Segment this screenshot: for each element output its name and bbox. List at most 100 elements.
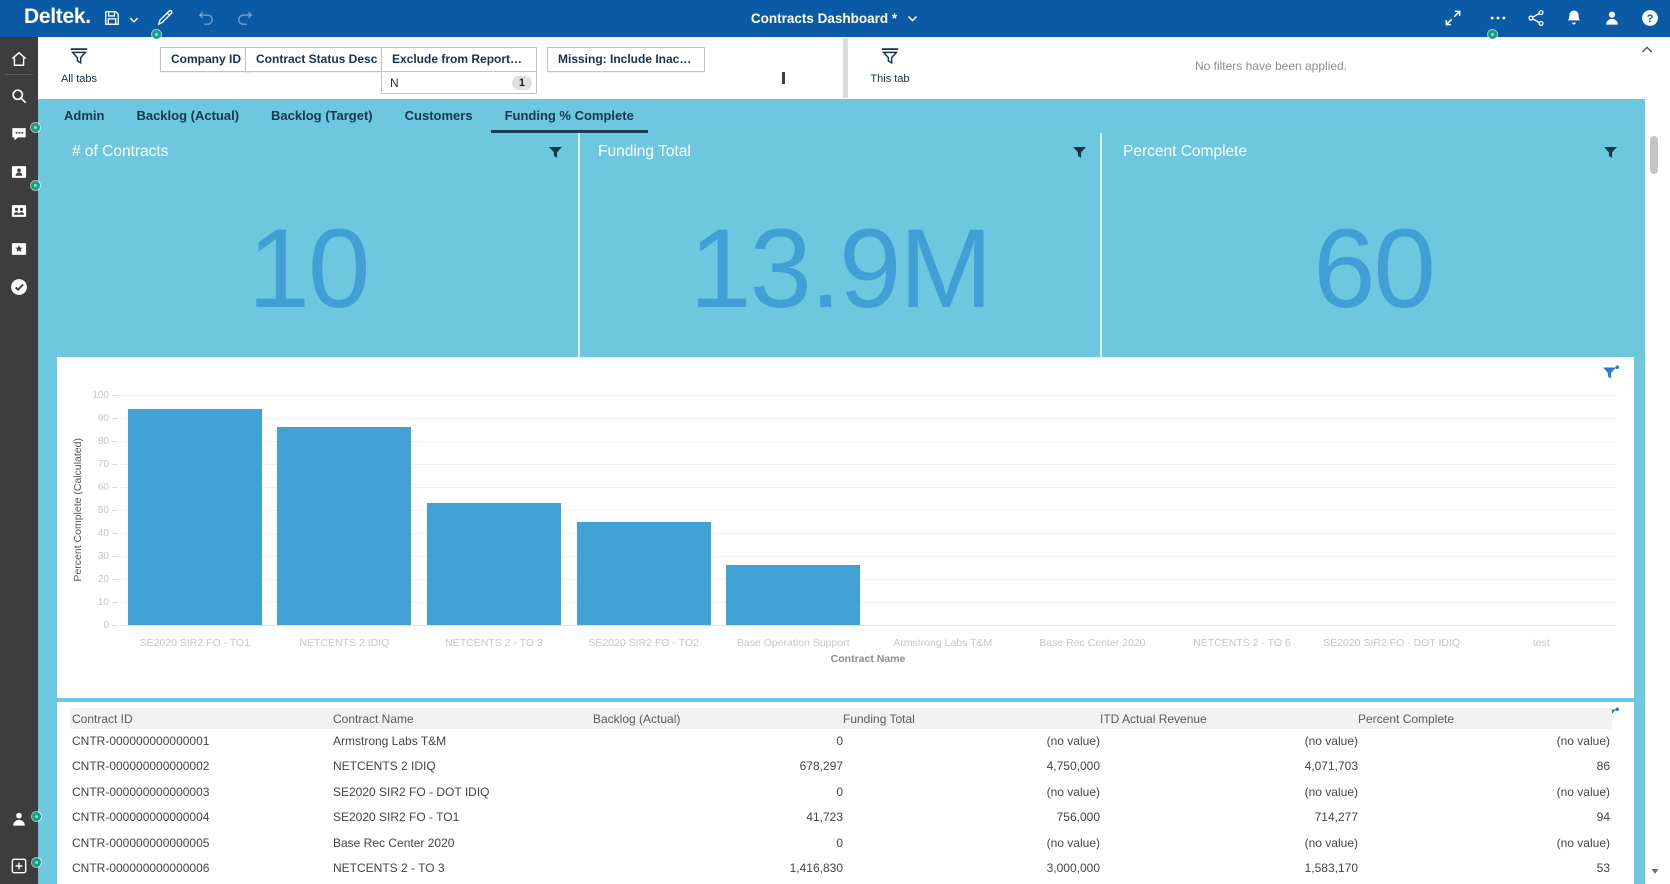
help-icon[interactable]: ? (1640, 8, 1662, 30)
scrollbar-down-arrow-icon[interactable] (1649, 864, 1661, 876)
bar-netcents-2-to-3[interactable] (427, 503, 561, 625)
y-tick-mark (112, 556, 118, 557)
guide-beacon[interactable] (1488, 30, 1497, 39)
share-icon[interactable] (1526, 8, 1548, 30)
table-cell: 94 (1358, 810, 1610, 824)
y-tick-label: 60 (69, 482, 109, 493)
save-icon[interactable] (102, 8, 124, 30)
sidebar-divider (5, 74, 33, 75)
x-category-label: Base Operation Support (718, 637, 868, 649)
table-cell: Armstrong Labs T&M (333, 734, 593, 748)
guide-beacon[interactable] (32, 858, 41, 867)
column-header-percent-complete[interactable]: Percent Complete (1358, 712, 1610, 726)
check-circle-icon[interactable] (9, 277, 29, 297)
redo-icon[interactable] (235, 8, 257, 30)
exclude-reports-filter-input[interactable]: N 1 (381, 72, 537, 94)
y-tick-mark (112, 510, 118, 511)
save-menu-chevron-icon[interactable] (128, 13, 140, 25)
table-row[interactable]: CNTR-000000000000005Base Rec Center 2020… (70, 830, 1612, 856)
all-tabs-label: All tabs (48, 73, 110, 85)
table-cell: (no value) (1100, 836, 1358, 850)
column-header-itd-actual-revenue[interactable]: ITD Actual Revenue (1100, 712, 1358, 726)
edit-pencil-icon[interactable] (155, 8, 177, 30)
bar-se2020-sir2-fo-to2[interactable] (577, 522, 711, 626)
tab-customers[interactable]: Customers (391, 99, 487, 133)
dashboard-title-group[interactable]: Contracts Dashboard * (700, 0, 970, 37)
x-category-label: Base Rec Center 2020 (1018, 637, 1168, 649)
contacts-group-icon[interactable] (9, 201, 29, 221)
filter-chip-contract-status[interactable]: Contract Status Desc (245, 47, 388, 72)
search-icon[interactable] (9, 86, 29, 106)
kpi-filter-funnel-icon[interactable] (549, 146, 562, 164)
tab-backlog-target[interactable]: Backlog (Target) (257, 99, 387, 133)
kpi-percent-complete[interactable]: Percent Complete 60 (1102, 133, 1645, 357)
y-tick-mark (112, 418, 118, 419)
table-row[interactable]: CNTR-000000000000004SE2020 SIR2 FO - TO1… (70, 805, 1612, 831)
table-cell: (no value) (843, 785, 1100, 799)
table-cell: (no value) (1358, 785, 1610, 799)
gridline (120, 418, 1616, 419)
vertical-scrollbar-thumb[interactable] (1650, 136, 1658, 174)
kpi-funding-total[interactable]: Funding Total 13.9M (580, 133, 1100, 357)
home-icon[interactable] (9, 49, 29, 69)
kpi-filter-funnel-icon[interactable] (1604, 146, 1617, 164)
guide-beacon[interactable] (152, 30, 161, 39)
left-sidebar (0, 37, 38, 884)
filter-chip-company-id[interactable]: Company ID (160, 47, 252, 72)
this-tab-filter-button[interactable]: This tab (859, 45, 921, 85)
table-row[interactable]: CNTR-000000000000006NETCENTS 2 - TO 31,4… (70, 856, 1612, 882)
tab-backlog-actual[interactable]: Backlog (Actual) (122, 99, 253, 133)
table-cell: SE2020 SIR2 FO - TO1 (333, 810, 593, 824)
user-avatar-icon[interactable] (1602, 8, 1624, 30)
top-bar: Deltek. Contracts Dashboard * (0, 0, 1670, 37)
table-row[interactable]: CNTR-000000000000003SE2020 SIR2 FO - DOT… (70, 779, 1612, 805)
table-cell: CNTR-000000000000005 (72, 836, 333, 850)
contact-card-icon[interactable] (9, 162, 29, 182)
column-header-backlog-actual[interactable]: Backlog (Actual) (593, 712, 843, 726)
kpi-filter-funnel-icon[interactable] (1073, 146, 1086, 164)
filter-chip-exclude-reports[interactable]: Exclude from Reports (Y/... (381, 47, 537, 72)
tab-bar: AdminBacklog (Actual)Backlog (Target)Cus… (38, 99, 1645, 133)
table-cell: 3,000,000 (843, 861, 1100, 875)
column-header-contract-id[interactable]: Contract ID (72, 712, 333, 726)
guide-beacon[interactable] (31, 181, 40, 190)
table-cell: (no value) (843, 734, 1100, 748)
overflow-menu-icon[interactable] (1488, 8, 1510, 30)
table-row[interactable]: CNTR-000000000000001Armstrong Labs T&M0(… (70, 728, 1612, 754)
bar-plot (120, 395, 1616, 625)
favorites-folder-icon[interactable] (9, 239, 29, 259)
bar-netcents-2-idiq[interactable] (277, 427, 411, 625)
chips-scroll-handle[interactable] (782, 72, 785, 84)
guide-beacon[interactable] (32, 812, 41, 821)
column-header-contract-name[interactable]: Contract Name (333, 712, 593, 726)
support-person-icon[interactable] (9, 809, 29, 829)
tab-admin[interactable]: Admin (50, 99, 118, 133)
kpi-number-of-contracts[interactable]: # of Contracts 10 (38, 133, 578, 357)
table-row[interactable]: CNTR-000000000000002NETCENTS 2 IDIQ678,2… (70, 754, 1612, 780)
filter-funnel-icon (879, 45, 901, 67)
table-cell: NETCENTS 2 IDIQ (333, 759, 593, 773)
bar-base-operation-support[interactable] (726, 565, 860, 625)
gridline (120, 625, 1616, 626)
table-cell: CNTR-000000000000002 (72, 759, 333, 773)
this-tab-label: This tab (859, 73, 921, 85)
table-cell: CNTR-000000000000003 (72, 785, 333, 799)
notifications-bell-icon[interactable] (1564, 8, 1586, 30)
column-header-funding-total[interactable]: Funding Total (843, 712, 1100, 726)
tab-funding-complete[interactable]: Funding % Complete (491, 99, 648, 133)
table-body: CNTR-000000000000001Armstrong Labs T&M0(… (70, 728, 1612, 881)
chart-filter-funnel-icon[interactable] (1603, 365, 1619, 385)
y-tick-label: 70 (69, 459, 109, 470)
svg-text:?: ? (1647, 13, 1654, 25)
all-tabs-filter-button[interactable]: All tabs (48, 45, 110, 85)
filter-chip-missing-inactive[interactable]: Missing: Include Inactiv... (547, 47, 705, 72)
add-plus-square-icon[interactable] (9, 856, 29, 876)
expand-icon[interactable] (1443, 8, 1465, 30)
chat-assistant-icon[interactable] (9, 124, 29, 144)
bar-se2020-sir2-fo-to1[interactable] (128, 409, 262, 625)
undo-icon[interactable] (196, 8, 218, 30)
collapse-panel-chevron-up-icon[interactable] (1639, 42, 1655, 58)
app-window: Deltek. Contracts Dashboard * (0, 0, 1670, 884)
guide-beacon[interactable] (31, 123, 40, 132)
y-tick-label: 10 (69, 597, 109, 608)
